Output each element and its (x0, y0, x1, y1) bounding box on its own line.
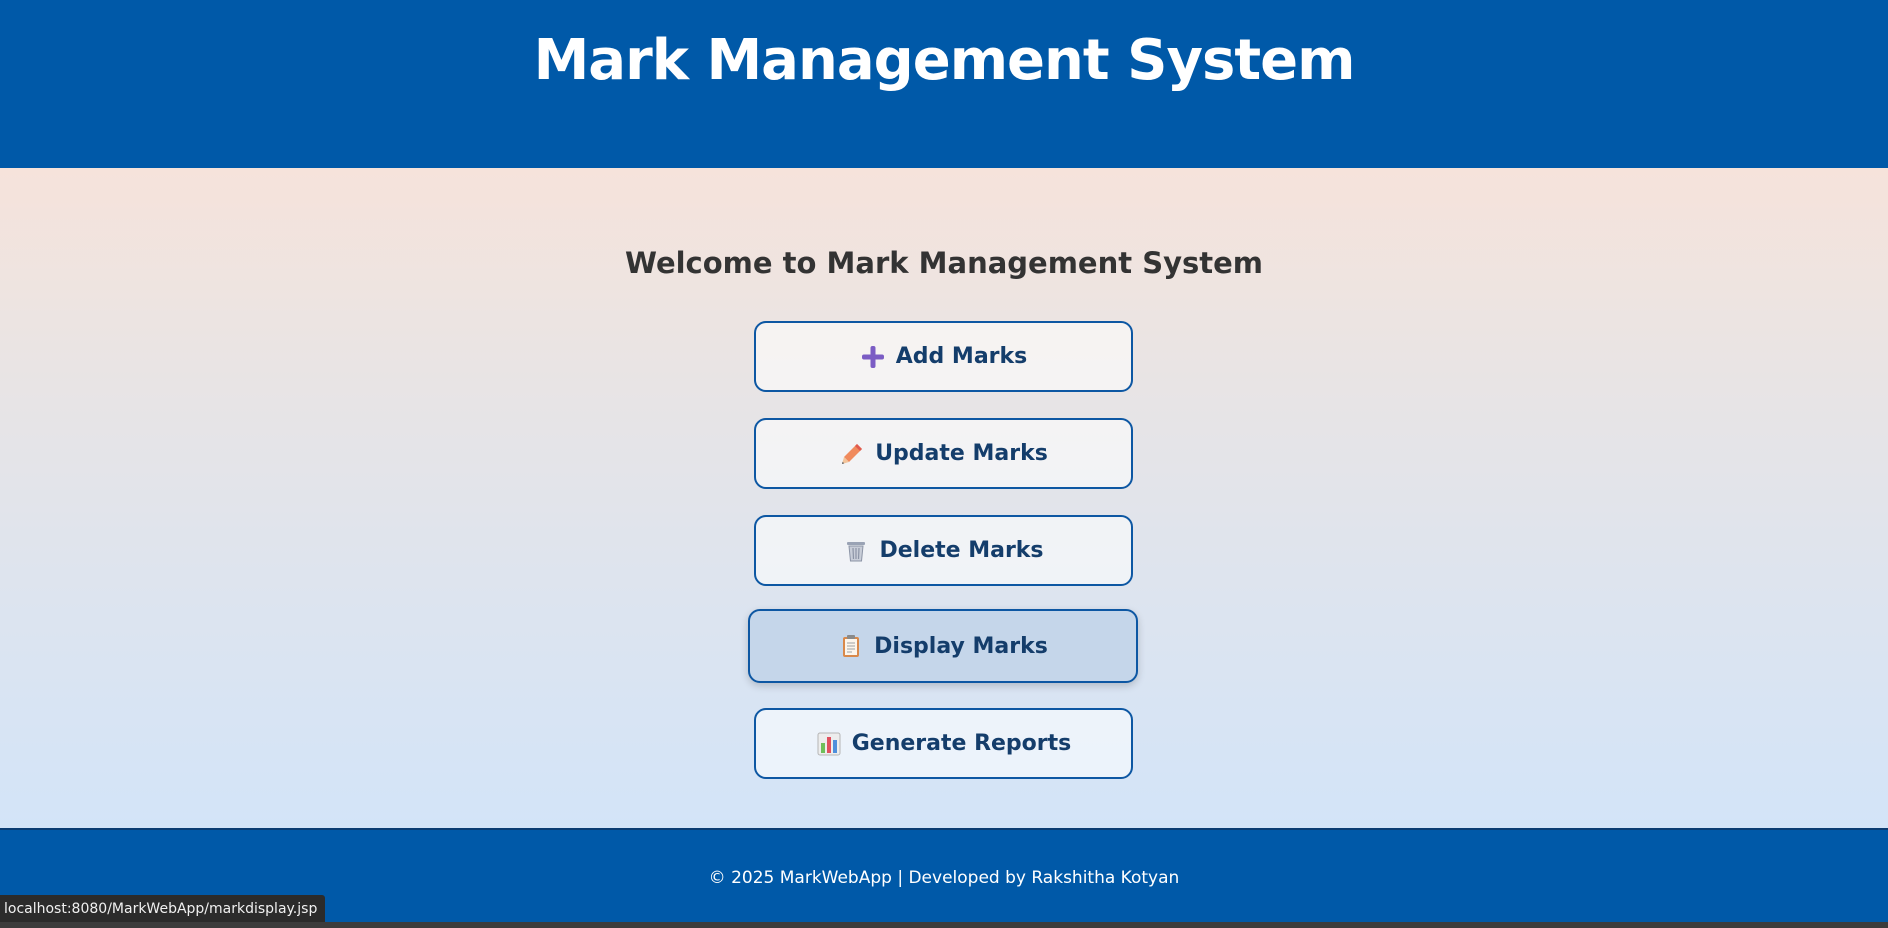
display-marks-label: Display Marks (874, 633, 1048, 659)
delete-marks-button[interactable]: Delete Marks (754, 515, 1133, 586)
status-bar-url: localhost:8080/MarkWebApp/markdisplay.js… (0, 895, 326, 922)
welcome-heading: Welcome to Mark Management System (624, 246, 1263, 280)
update-marks-button[interactable]: Update Marks (754, 418, 1133, 489)
page: Mark Management System Welcome to Mark M… (0, 0, 1888, 922)
page-title: Mark Management System (533, 28, 1356, 93)
update-marks-label: Update Marks (875, 441, 1048, 466)
add-marks-button[interactable]: Add Marks (754, 321, 1133, 392)
display-marks-button[interactable]: Display Marks (748, 609, 1138, 683)
footer-copyright: © 2025 MarkWebApp | Developed by Rakshit… (708, 868, 1180, 888)
generate-reports-label: Generate Reports (851, 731, 1072, 756)
delete-marks-label: Delete Marks (879, 538, 1044, 563)
site-header: Mark Management System (0, 0, 1888, 168)
clipboard-icon (838, 633, 864, 659)
bar-chart-icon (816, 731, 842, 757)
trash-icon (843, 538, 869, 564)
window-bottom-edge (0, 922, 1888, 928)
generate-reports-button[interactable]: Generate Reports (754, 708, 1133, 779)
main-content: Welcome to Mark Management System Add Ma… (0, 168, 1888, 828)
add-marks-label: Add Marks (895, 344, 1028, 369)
plus-icon (860, 344, 886, 370)
pencil-icon (839, 441, 865, 467)
